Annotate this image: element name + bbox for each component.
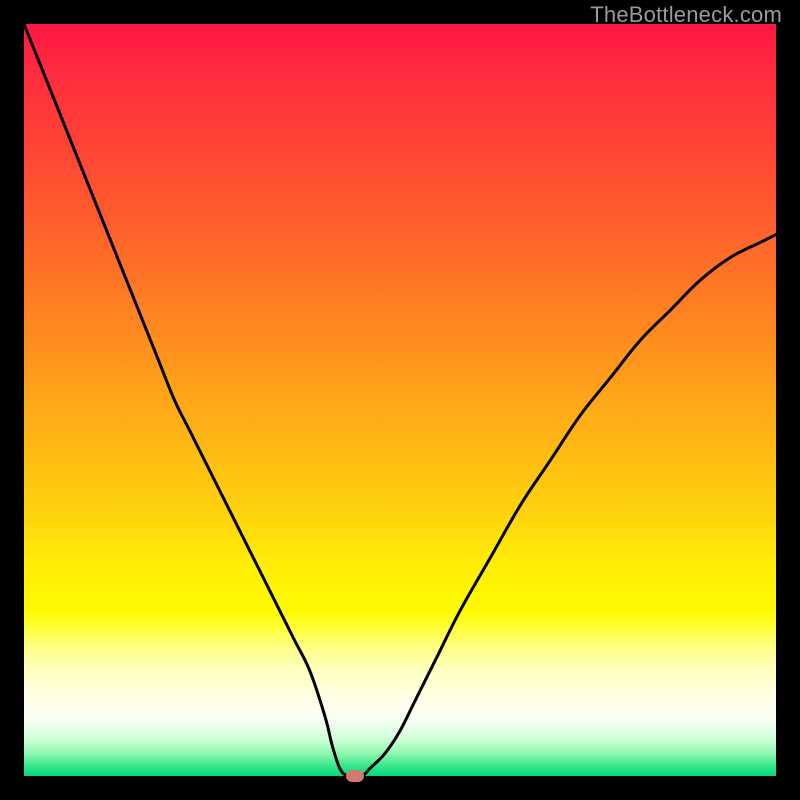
optimum-marker bbox=[346, 770, 364, 782]
bottleneck-curve bbox=[24, 24, 776, 776]
chart-frame: TheBottleneck.com bbox=[0, 0, 800, 800]
plot-area bbox=[24, 24, 776, 776]
